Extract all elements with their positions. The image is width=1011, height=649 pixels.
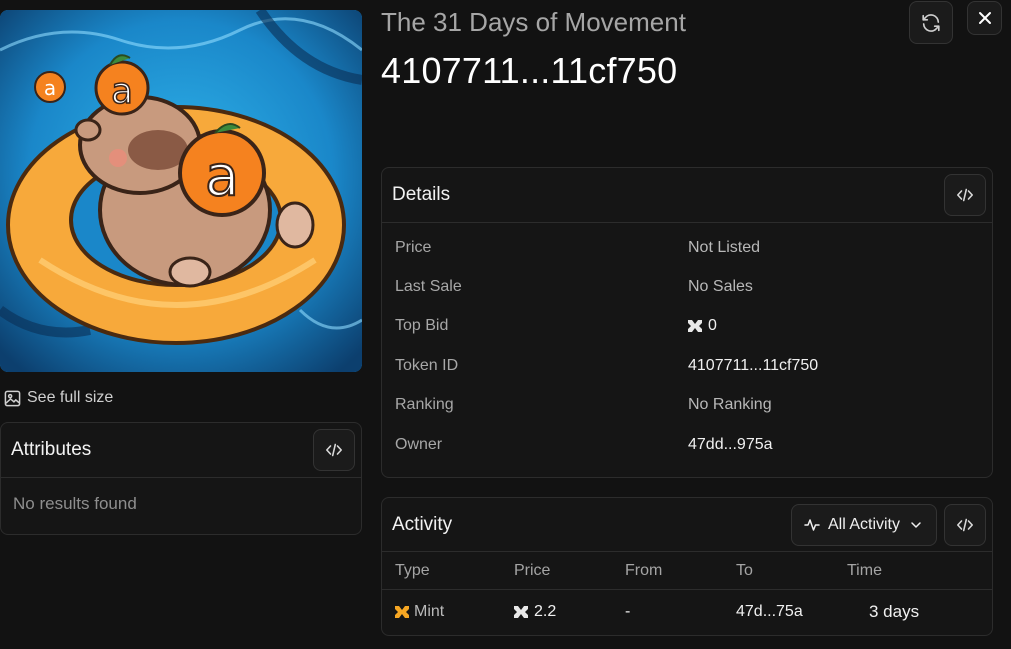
activity-pulse-icon [804, 518, 820, 531]
activity-time-cell[interactable]: 3 days [847, 602, 967, 622]
code-icon [957, 188, 973, 202]
see-full-size-label: See full size [27, 389, 114, 406]
owner-link[interactable]: 47dd...975a [688, 436, 773, 454]
details-row-ranking: Ranking No Ranking [382, 386, 992, 425]
details-row-top-bid: Top Bid 0 [382, 307, 992, 346]
detail-value: Not Listed [688, 238, 761, 256]
detail-label: Owner [395, 435, 443, 453]
activity-controls: All Activity [790, 503, 986, 546]
details-card: Details Price Not Listed Last Sale No Sa… [381, 167, 993, 478]
activity-type-label: Mint [414, 603, 445, 620]
code-icon [326, 443, 342, 457]
detail-label: Price [395, 238, 432, 256]
activity-header: Activity All Activity [382, 498, 992, 552]
token-id-value[interactable]: 4107711...11cf750 [688, 357, 818, 375]
activity-from-cell: - [625, 603, 631, 620]
attributes-empty-text: No results found [13, 494, 137, 513]
top-bid-value: 0 [708, 317, 717, 335]
details-header: Details [382, 168, 992, 223]
details-list: Price Not Listed Last Sale No Sales Top … [382, 223, 992, 464]
activity-title: Activity [392, 513, 453, 535]
attributes-card: Attributes No results found [0, 422, 362, 535]
detail-label: Ranking [395, 396, 454, 414]
svg-text:a: a [44, 76, 56, 100]
activity-filter-dropdown[interactable]: All Activity [790, 503, 937, 546]
image-icon [4, 390, 21, 406]
table-row: Mint 2.2 - 47d...75a 3 days [382, 590, 992, 634]
activity-type-cell: Mint [382, 603, 514, 621]
mint-icon [395, 606, 409, 618]
close-button[interactable] [967, 1, 1002, 35]
column-header-to: To [736, 561, 753, 579]
detail-label: Token ID [395, 356, 459, 374]
details-row-last-sale: Last Sale No Sales [382, 267, 992, 306]
detail-label: Top Bid [395, 317, 449, 335]
detail-label: Last Sale [395, 278, 462, 296]
column-header-price: Price [514, 561, 551, 579]
activity-price-value: 2.2 [534, 603, 557, 620]
activity-card: Activity All Activity Type Price From To… [381, 497, 993, 636]
movement-token-icon [688, 320, 702, 333]
nft-detail-view: a a a See full size Attributes No result [0, 0, 1011, 649]
close-icon [978, 12, 991, 24]
detail-value: No Sales [688, 278, 753, 296]
chevron-down-icon [911, 521, 921, 528]
attributes-title: Attributes [11, 439, 92, 460]
see-full-size-link[interactable]: See full size [4, 388, 113, 408]
column-header-time: Time [847, 561, 882, 579]
detail-value: 0 [688, 317, 717, 335]
refresh-button[interactable] [909, 1, 953, 44]
details-title: Details [392, 184, 451, 205]
column-header-from: From [625, 561, 663, 579]
activity-code-button[interactable] [944, 503, 986, 546]
details-row-owner: Owner 47dd...975a [382, 425, 992, 464]
movement-token-icon [514, 606, 528, 618]
svg-text:a: a [111, 71, 133, 112]
attributes-code-button[interactable] [313, 429, 355, 471]
activity-filter-label: All Activity [827, 515, 900, 533]
token-title: 4107711...11cf750 [381, 50, 678, 91]
nft-image[interactable]: a a a [0, 10, 362, 372]
column-header-type: Type [395, 561, 430, 579]
activity-price-cell: 2.2 [514, 603, 625, 621]
details-row-price: Price Not Listed [382, 228, 992, 267]
collection-name[interactable]: The 31 Days of Movement [381, 7, 686, 38]
code-icon [957, 518, 973, 531]
details-code-button[interactable] [944, 174, 986, 216]
details-row-token-id: Token ID 4107711...11cf750 [382, 346, 992, 385]
attributes-header: Attributes [1, 423, 361, 478]
activity-table-header: Type Price From To Time [382, 552, 992, 590]
detail-value: No Ranking [688, 396, 772, 414]
activity-to-link[interactable]: 47d...75a [736, 603, 847, 621]
refresh-icon [922, 13, 940, 32]
svg-text:a: a [205, 144, 239, 209]
